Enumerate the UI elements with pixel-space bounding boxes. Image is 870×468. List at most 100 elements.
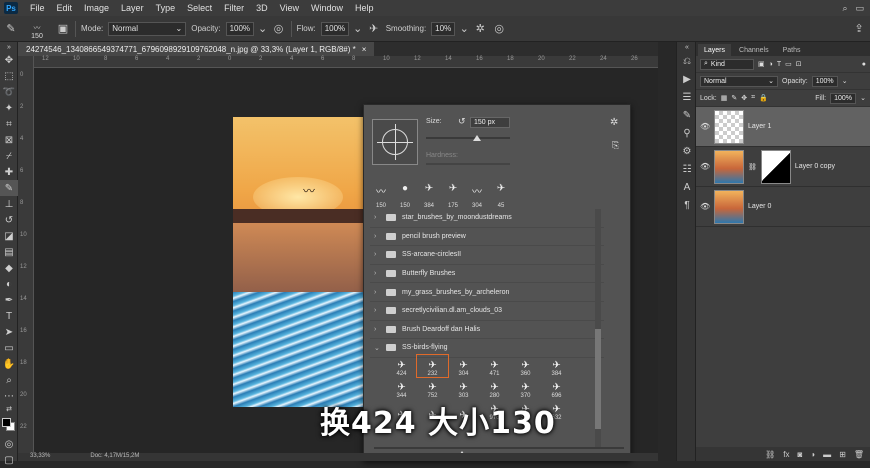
size-slider-thumb[interactable] [473, 135, 481, 141]
chevron-down-icon[interactable]: ⌄ [860, 94, 866, 102]
layer-mask-thumbnail[interactable] [760, 149, 791, 184]
size-slider[interactable] [426, 137, 510, 139]
collapse-icon[interactable]: « [677, 42, 697, 52]
workspace-icon[interactable]: ▭ [855, 3, 864, 14]
swap-colors-icon[interactable]: ⇄ [0, 404, 18, 414]
bird-brush-preset[interactable]: ✈ 304 [448, 355, 479, 378]
chevron-right-icon[interactable]: › [374, 307, 380, 314]
layer-name[interactable]: Layer 0 [748, 203, 771, 210]
layer-row[interactable]: 👁 Layer 0 [696, 187, 870, 227]
layer-name[interactable]: Layer 0 copy [795, 163, 835, 170]
zoom-tool-icon[interactable]: ⌕ [0, 372, 18, 388]
brush-folder[interactable]: › star_brushes_by_moondustdreams [370, 209, 604, 228]
menu-select[interactable]: Select [181, 3, 218, 13]
brush-tool-icon[interactable]: ✎ [4, 22, 18, 36]
trash-icon[interactable]: 🗑 [854, 450, 864, 459]
bird-brush-preset[interactable]: ✈ 360 [510, 355, 541, 378]
layer-row[interactable]: 👁 Layer 1 [696, 107, 870, 147]
smoothing-field[interactable]: 10% [431, 21, 456, 36]
filter-shape-icon[interactable]: ▭ [785, 60, 792, 68]
chevron-right-icon[interactable]: › [374, 214, 380, 221]
size-field[interactable]: 150 px [470, 117, 510, 128]
zoom-readout[interactable]: 33,33% [30, 453, 50, 461]
crop-tool-icon[interactable]: ⌗ [0, 116, 18, 132]
menu-help[interactable]: Help [349, 3, 380, 13]
bird-brush-preset[interactable]: ✈ 384 [541, 355, 572, 378]
chevron-right-icon[interactable]: › [374, 233, 380, 240]
layer-thumbnail[interactable] [714, 189, 744, 224]
chevron-right-icon[interactable]: › [374, 251, 380, 258]
scrollbar-thumb[interactable] [595, 329, 601, 429]
foreground-color-swatch[interactable] [2, 418, 11, 427]
layer-opacity-field[interactable]: 100% [811, 75, 838, 87]
stamp-tool-icon[interactable]: ⊥ [0, 196, 18, 212]
recent-brush[interactable]: ● 150 [394, 183, 416, 209]
flow-field[interactable]: 100% [320, 21, 349, 36]
menu-file[interactable]: File [24, 3, 51, 13]
document-tab[interactable]: 24274546_1340866549374771_67960989291097… [18, 42, 375, 56]
gradient-tool-icon[interactable]: ▤ [0, 244, 18, 260]
filter-adjust-icon[interactable]: ◑ [769, 61, 773, 68]
recent-brush[interactable]: 〰 150 [370, 183, 392, 209]
bird-brush-preset[interactable]: ✈ 696 [541, 377, 572, 400]
recent-brush[interactable]: ✈ 384 [418, 183, 440, 209]
bird-brush-preset[interactable]: ✈ 424 [386, 355, 417, 378]
more-tools-icon[interactable]: ⋯ [0, 388, 18, 404]
lock-all-icon[interactable]: 🔒 [759, 94, 768, 102]
recent-brush[interactable]: ✈ 175 [442, 183, 464, 209]
path-select-icon[interactable]: ➤ [0, 324, 18, 340]
kind-filter-select[interactable]: ⌕ Kind [700, 58, 754, 70]
filter-pixel-icon[interactable]: ▣ [758, 60, 765, 68]
dodge-tool-icon[interactable]: ◐ [0, 276, 18, 292]
brush-tip-preview[interactable] [372, 119, 418, 165]
healing-tool-icon[interactable]: ✚ [0, 164, 18, 180]
marquee-tool-icon[interactable]: ⬚ [0, 68, 18, 84]
new-layer-icon[interactable]: ⊞ [839, 450, 846, 459]
lock-pixels-icon[interactable]: ✎ [731, 94, 737, 102]
chevron-right-icon[interactable]: › [374, 270, 380, 277]
clone-source-icon[interactable]: ⚲ [677, 124, 697, 142]
layer-row[interactable]: 👁 ⛓ Layer 0 copy [696, 147, 870, 187]
brush-folder[interactable]: › Butterfly Brushes [370, 265, 604, 284]
adjustments-icon[interactable]: ⚙ [677, 142, 697, 160]
layer-thumbnail[interactable] [714, 149, 744, 184]
type-tool-icon[interactable]: T [0, 308, 18, 324]
color-swatches[interactable] [0, 414, 18, 436]
chevron-down-icon[interactable]: ⌄ [258, 22, 267, 36]
bird-brush-preset[interactable]: ✈ 232 [416, 354, 449, 378]
recent-brush[interactable]: 〰 304 [466, 183, 488, 209]
menu-type[interactable]: Type [150, 3, 182, 13]
chevron-down-icon[interactable]: ⌄ [842, 77, 848, 85]
bird-brush-preset[interactable]: ✈ 752 [417, 377, 448, 400]
brush-folder[interactable]: › Brush Deardoff dan Halis [370, 321, 604, 340]
menu-layer[interactable]: Layer [115, 3, 150, 13]
hardness-slider[interactable] [426, 163, 510, 165]
brush-folder[interactable]: › SS-arcane-circlesII [370, 246, 604, 265]
preview-size-slider[interactable] [374, 447, 624, 449]
bird-brush-preset[interactable]: ✈ 370 [510, 377, 541, 400]
fill-field[interactable]: 100% [830, 92, 857, 104]
airbrush-icon[interactable]: ✈ [367, 22, 381, 36]
filter-type-icon[interactable]: T [777, 61, 781, 68]
menu-view[interactable]: View [274, 3, 305, 13]
menu-image[interactable]: Image [78, 3, 115, 13]
link-icon[interactable]: ⛓ [748, 163, 757, 171]
move-tool-icon[interactable]: ✥ [0, 52, 18, 68]
brush-folder[interactable]: › my_grass_brushes_by_archeleron [370, 283, 604, 302]
bird-brush-preset[interactable]: ✈ 344 [386, 377, 417, 400]
gear-icon[interactable]: ✲ [610, 117, 618, 128]
tab-layers[interactable]: Layers [698, 44, 732, 56]
eye-icon[interactable]: 👁 [700, 122, 710, 131]
chevron-right-icon[interactable]: › [374, 326, 380, 333]
brush-settings-icon[interactable]: ▣ [56, 22, 70, 36]
chevron-right-icon[interactable]: › [374, 289, 380, 296]
screen-mode-icon[interactable]: ▢ [0, 452, 18, 468]
filter-toggle-icon[interactable]: ● [862, 61, 866, 68]
menu-filter[interactable]: Filter [218, 3, 250, 13]
menu-edit[interactable]: Edit [51, 3, 79, 13]
reset-icon[interactable]: ↺ [458, 116, 466, 127]
bird-brush-preset[interactable]: ✈ 280 [479, 377, 510, 400]
eyedropper-tool-icon[interactable]: ⌿ [0, 148, 18, 164]
quick-select-tool-icon[interactable]: ✦ [0, 100, 18, 116]
menu-window[interactable]: Window [305, 3, 349, 13]
